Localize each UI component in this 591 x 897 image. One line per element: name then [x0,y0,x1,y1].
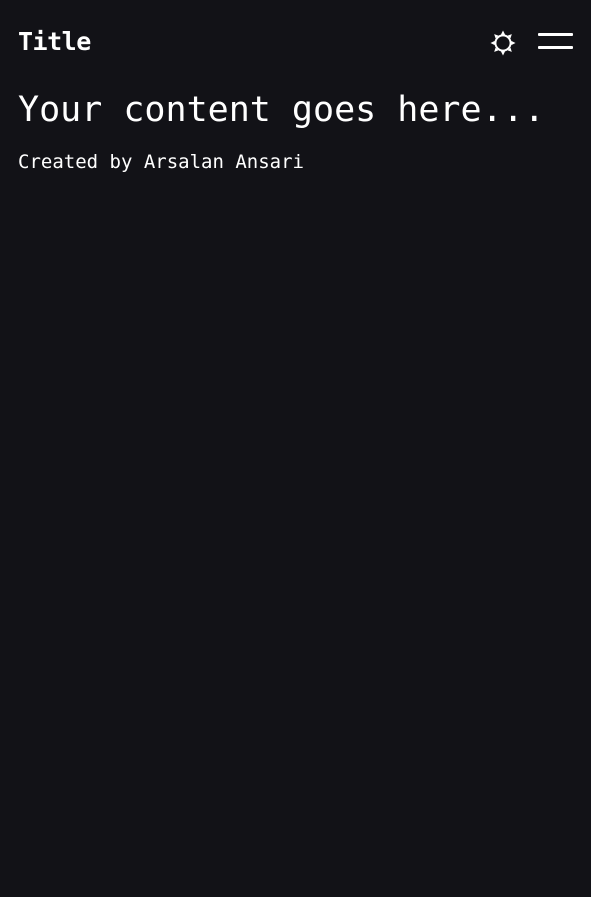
hamburger-menu-icon [538,33,573,36]
main-content: Your content goes here... Created by Ars… [18,86,573,174]
theme-toggle-button[interactable] [489,29,517,57]
hamburger-menu-icon [538,46,573,49]
menu-button[interactable] [538,32,574,52]
site-header: Title [0,0,591,84]
site-title[interactable]: Title [18,26,91,58]
content-heading: Your content goes here... [18,90,545,130]
sun-icon [490,30,516,56]
credit-text: Created by Arsalan Ansari [18,151,304,173]
